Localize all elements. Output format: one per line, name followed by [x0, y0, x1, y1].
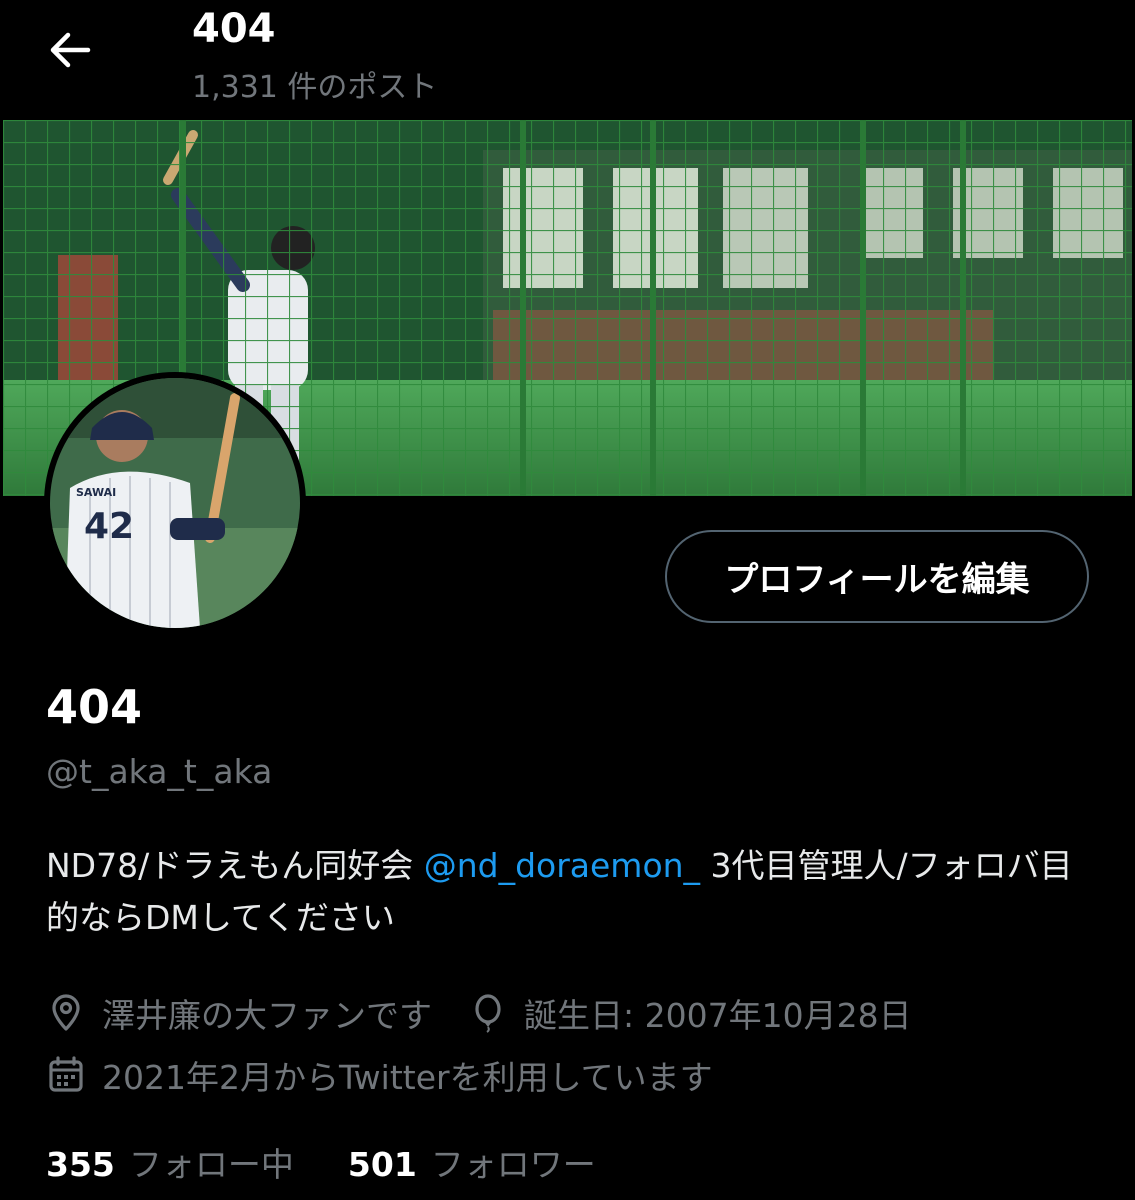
profile-bio: ND78/ドラえもん同好会 @nd_doraemon_ 3代目管理人/フォロバ目… — [46, 840, 1096, 944]
following-count: 355 — [46, 1145, 115, 1184]
back-arrow-icon — [50, 32, 91, 68]
profile-meta-row-2: 2021年2月からTwitterを利用しています — [46, 1050, 749, 1100]
joined-text: 2021年2月からTwitterを利用しています — [102, 1058, 713, 1097]
location-text: 澤井廉の大ファンです — [102, 996, 432, 1035]
display-name: 404 — [46, 680, 143, 734]
profile-meta-row-1: 澤井廉の大ファンです 誕生日: 2007年10月28日 — [46, 988, 948, 1038]
followers-label: フォロワー — [430, 1145, 596, 1184]
followers-link[interactable]: 501 フォロワー — [348, 1138, 596, 1186]
post-count: 1,331 件のポスト — [192, 70, 438, 105]
calendar-icon — [49, 1056, 83, 1092]
following-label: フォロー中 — [128, 1145, 294, 1184]
followers-count: 501 — [347, 1145, 417, 1184]
follow-stats: 355 フォロー中 501 フォロワー — [46, 1138, 650, 1186]
profile-page: 404 1,331 件のポスト SAWAI 42 プロフィールを編集 404 @… — [0, 0, 1135, 1200]
header-title: 404 — [192, 6, 276, 52]
birthday-text: 誕生日: 2007年10月28日 — [524, 996, 912, 1035]
balloon-icon — [475, 994, 501, 1033]
user-handle: @t_aka_t_aka — [46, 752, 273, 791]
avatar[interactable]: SAWAI 42 — [44, 372, 306, 634]
location-item: 澤井廉の大ファンです — [46, 989, 432, 1037]
joined-item: 2021年2月からTwitterを利用しています — [46, 1051, 713, 1099]
avatar-image: SAWAI 42 — [50, 378, 300, 628]
jersey-name-text: SAWAI — [76, 486, 116, 499]
back-button[interactable] — [40, 20, 100, 80]
bio-mention-link[interactable]: @nd_doraemon_ — [424, 846, 700, 885]
birthday-item: 誕生日: 2007年10月28日 — [468, 989, 912, 1037]
following-link[interactable]: 355 フォロー中 — [46, 1138, 294, 1186]
top-bar: 404 1,331 件のポスト — [0, 0, 1135, 118]
location-icon — [52, 994, 80, 1031]
jersey-number-text: 42 — [84, 506, 134, 547]
edit-profile-button[interactable]: プロフィールを編集 — [665, 530, 1089, 623]
bio-text-before: ND78/ドラえもん同好会 — [46, 846, 424, 885]
